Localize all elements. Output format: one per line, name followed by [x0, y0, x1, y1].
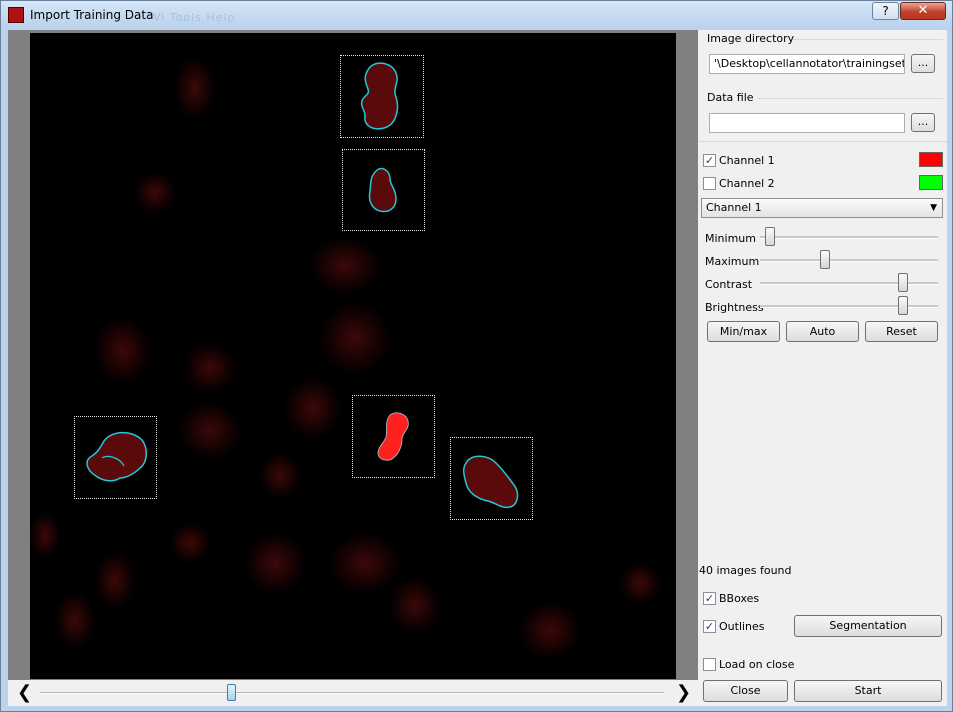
- image-navigation-bar: ❮ ❯: [8, 680, 698, 706]
- background-cell: [390, 578, 440, 633]
- outlines-label: Outlines: [719, 620, 765, 633]
- window-title: Import Training Data: [30, 8, 154, 22]
- background-cell: [620, 563, 660, 603]
- minimum-slider-track[interactable]: [760, 236, 938, 239]
- brightness-slider-handle[interactable]: [897, 296, 908, 315]
- background-cell: [285, 378, 340, 438]
- background-cell: [95, 553, 135, 608]
- background-cell: [330, 533, 400, 593]
- app-icon: [8, 7, 24, 23]
- background-cell: [175, 58, 215, 118]
- auto-button[interactable]: Auto: [786, 321, 859, 342]
- minimum-label: Minimum: [705, 232, 756, 245]
- outlines-checkbox[interactable]: ✓: [703, 620, 716, 633]
- images-found-text: 40 images found: [699, 564, 792, 577]
- maximum-label: Maximum: [705, 255, 760, 268]
- image-scroll-track[interactable]: [40, 692, 664, 694]
- image-viewer: [8, 30, 698, 680]
- background-cell: [170, 523, 210, 563]
- channel-select[interactable]: Channel 1 ▼: [701, 198, 943, 218]
- contrast-slider-handle[interactable]: [897, 273, 908, 292]
- previous-image-icon[interactable]: ❮: [17, 684, 32, 702]
- image-scroll-thumb[interactable]: [227, 684, 237, 701]
- background-cell: [245, 533, 305, 593]
- bboxes-label: BBoxes: [719, 592, 760, 605]
- browse-image-directory-button[interactable]: ...: [911, 54, 935, 73]
- background-cell: [185, 343, 235, 393]
- segmentation-button[interactable]: Segmentation: [794, 615, 942, 637]
- channel-2-checkbox[interactable]: [703, 177, 716, 190]
- help-icon: ?: [882, 4, 889, 18]
- image-directory-input[interactable]: '\Desktop\cellannotator\trainingset-feli…: [709, 54, 905, 74]
- help-button[interactable]: ?: [872, 2, 899, 20]
- background-cell: [30, 513, 60, 558]
- channel-1-checkbox[interactable]: ✓: [703, 154, 716, 167]
- browse-data-file-button[interactable]: ...: [911, 113, 935, 132]
- cell-outline: [462, 455, 519, 509]
- data-file-input[interactable]: [709, 113, 905, 133]
- check-icon: ✓: [704, 592, 715, 605]
- background-cell: [520, 603, 580, 658]
- check-icon: ✓: [704, 154, 715, 167]
- background-cell: [95, 318, 150, 383]
- chevron-down-icon: ▼: [930, 203, 937, 213]
- reset-button[interactable]: Reset: [865, 321, 938, 342]
- load-on-close-label: Load on close: [719, 658, 795, 671]
- channel-1-label: Channel 1: [719, 154, 775, 167]
- contrast-slider-track[interactable]: [760, 282, 938, 285]
- data-file-label: Data file: [707, 91, 754, 104]
- close-icon: ✕: [917, 3, 929, 18]
- cell-outline: [86, 431, 147, 482]
- background-cell: [320, 303, 390, 373]
- channel-select-value: Channel 1: [706, 201, 762, 214]
- check-icon: ✓: [704, 620, 715, 633]
- background-cell: [135, 173, 175, 213]
- maximum-slider-handle[interactable]: [820, 250, 831, 269]
- ghost-menu-text: Vi Tools Help: [153, 11, 236, 24]
- window-close-button[interactable]: ✕: [900, 2, 946, 20]
- background-cell: [180, 403, 240, 458]
- close-button[interactable]: Close: [703, 680, 788, 702]
- background-cell: [55, 593, 95, 648]
- group-divider: [793, 39, 943, 40]
- background-cell: [260, 453, 300, 498]
- cell-image-canvas[interactable]: [30, 33, 676, 679]
- minimum-slider-handle[interactable]: [765, 227, 776, 246]
- start-button[interactable]: Start: [794, 680, 942, 702]
- selected-cell-highlight: [377, 412, 409, 461]
- cell-outline: [360, 62, 399, 130]
- brightness-label: Brightness: [705, 301, 764, 314]
- contrast-label: Contrast: [705, 278, 753, 291]
- group-divider: [758, 98, 943, 99]
- channel-2-label: Channel 2: [719, 177, 775, 190]
- min-max-button[interactable]: Min/max: [707, 321, 780, 342]
- dialog-client-area: ❮ ❯ Image directory '\Desktop\cellannota…: [8, 30, 947, 706]
- settings-panel: Image directory '\Desktop\cellannotator\…: [698, 30, 947, 706]
- brightness-slider-track[interactable]: [760, 305, 938, 308]
- section-divider: [698, 141, 947, 142]
- channel-1-color-swatch[interactable]: [919, 152, 943, 167]
- title-bar: Import Training Data Vi Tools Help ? ✕: [1, 1, 952, 29]
- maximum-slider-track[interactable]: [760, 259, 938, 262]
- load-on-close-checkbox[interactable]: [703, 658, 716, 671]
- cell-outline: [368, 167, 397, 213]
- bboxes-checkbox[interactable]: ✓: [703, 592, 716, 605]
- import-training-data-dialog: Import Training Data Vi Tools Help ? ✕ ❮…: [0, 0, 953, 712]
- channel-2-color-swatch[interactable]: [919, 175, 943, 190]
- background-cell: [310, 238, 380, 293]
- image-directory-label: Image directory: [707, 32, 795, 45]
- next-image-icon[interactable]: ❯: [676, 684, 691, 702]
